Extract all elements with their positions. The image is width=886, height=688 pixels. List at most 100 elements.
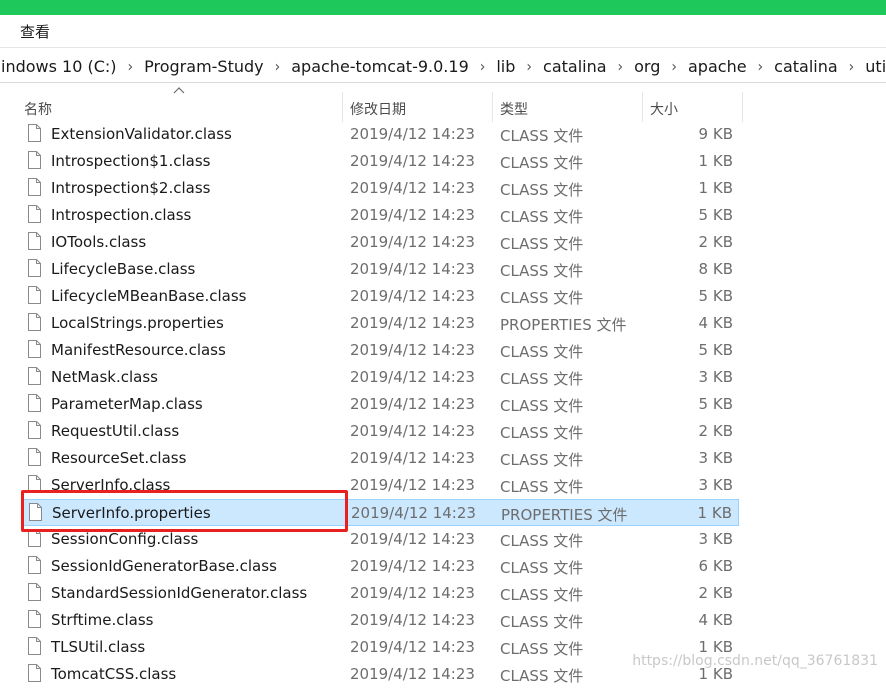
breadcrumb-item[interactable]: indows 10 (C:)	[0, 57, 118, 76]
column-header-size[interactable]: 大小	[650, 99, 678, 119]
file-type: CLASS 文件	[500, 640, 584, 658]
column-header-name[interactable]: 名称	[24, 99, 52, 119]
file-type: CLASS 文件	[500, 613, 584, 631]
file-icon	[28, 583, 41, 601]
breadcrumb-item[interactable]: catalina	[542, 57, 608, 76]
file-icon	[28, 556, 41, 574]
file-icon	[28, 394, 41, 412]
file-date: 2019/4/12 14:23	[350, 179, 475, 197]
file-row[interactable]: RequestUtil.class 2019/4/12 14:23 CLASS 文件…	[21, 418, 739, 445]
file-date: 2019/4/12 14:23	[350, 557, 475, 575]
breadcrumb-separator-icon[interactable]: ›	[849, 58, 855, 76]
file-name: TomcatCSS.class	[51, 665, 177, 683]
file-row[interactable]: ManifestResource.class 2019/4/12 14:23 CLA…	[21, 337, 739, 364]
file-size: 5 KB	[698, 287, 733, 305]
file-date: 2019/4/12 14:23	[350, 368, 475, 386]
column-divider[interactable]	[492, 92, 493, 122]
file-size: 8 KB	[698, 260, 733, 278]
file-type: CLASS 文件	[500, 370, 584, 388]
file-name: ParameterMap.class	[51, 395, 203, 413]
file-name: LifecycleMBeanBase.class	[51, 287, 247, 305]
file-icon	[28, 232, 41, 250]
ribbon: 查看	[0, 15, 886, 48]
file-icon	[28, 124, 41, 142]
file-row[interactable]: LifecycleMBeanBase.class 2019/4/12 14:23 C…	[21, 283, 739, 310]
breadcrumb-separator-icon[interactable]: ›	[526, 58, 532, 76]
file-icon	[28, 259, 41, 277]
file-name: LifecycleBase.class	[51, 260, 196, 278]
file-date: 2019/4/12 14:23	[350, 665, 475, 683]
breadcrumb-separator-icon[interactable]: ›	[128, 58, 134, 76]
file-row[interactable]: SessionIdGeneratorBase.class 2019/4/12 14…	[21, 553, 739, 580]
file-name: LocalStrings.properties	[51, 314, 224, 332]
file-name: SessionIdGeneratorBase.class	[51, 557, 277, 575]
file-row[interactable]: ExtensionValidator.class 2019/4/12 14:23 C…	[21, 121, 739, 148]
file-date: 2019/4/12 14:23	[350, 611, 475, 629]
file-row[interactable]: Introspection.class 2019/4/12 14:23 CLASS …	[21, 202, 739, 229]
breadcrumb-separator-icon[interactable]: ›	[671, 58, 677, 76]
file-size: 2 KB	[698, 233, 733, 251]
file-date: 2019/4/12 14:23	[350, 584, 475, 602]
file-name: ManifestResource.class	[51, 341, 226, 359]
file-row[interactable]: ResourceSet.class 2019/4/12 14:23 CLASS 文件…	[21, 445, 739, 472]
file-date: 2019/4/12 14:23	[350, 233, 475, 251]
file-type: CLASS 文件	[500, 559, 584, 577]
file-name: Introspection$2.class	[51, 179, 211, 197]
column-divider[interactable]	[642, 92, 643, 122]
file-date: 2019/4/12 14:23	[350, 422, 475, 440]
file-row[interactable]: StandardSessionIdGenerator.class 2019/4/1…	[21, 580, 739, 607]
file-icon	[28, 313, 41, 331]
file-type: CLASS 文件	[500, 262, 584, 280]
file-icon	[28, 664, 41, 682]
file-type: CLASS 文件	[500, 478, 584, 496]
file-row[interactable]: NetMask.class 2019/4/12 14:23 CLASS 文件 3 KB	[21, 364, 739, 391]
file-size: 9 KB	[698, 125, 733, 143]
breadcrumb-separator-icon[interactable]: ›	[480, 58, 486, 76]
file-date: 2019/4/12 14:23	[350, 152, 475, 170]
breadcrumb-item[interactable]: lib	[495, 57, 516, 76]
file-size: 4 KB	[698, 314, 733, 332]
file-type: CLASS 文件	[500, 289, 584, 307]
file-row[interactable]: LifecycleBase.class 2019/4/12 14:23 CLASS …	[21, 256, 739, 283]
breadcrumb-item[interactable]: org	[633, 57, 661, 76]
breadcrumb-item[interactable]: util	[864, 57, 886, 76]
file-row[interactable]: IOTools.class 2019/4/12 14:23 CLASS 文件 2 KB	[21, 229, 739, 256]
breadcrumb-separator-icon[interactable]: ›	[758, 58, 764, 76]
file-type: CLASS 文件	[500, 424, 584, 442]
file-icon	[28, 286, 41, 304]
ribbon-tab-view[interactable]: 查看	[20, 21, 50, 42]
file-row[interactable]: Strftime.class 2019/4/12 14:23 CLASS 文件 4 K…	[21, 607, 739, 634]
breadcrumb-item[interactable]: Program-Study	[143, 57, 264, 76]
file-row[interactable]: LocalStrings.properties 2019/4/12 14:23 PR…	[21, 310, 739, 337]
file-icon	[28, 421, 41, 439]
file-date: 2019/4/12 14:23	[350, 314, 475, 332]
column-header-type[interactable]: 类型	[500, 99, 528, 119]
file-icon	[28, 151, 41, 169]
file-type: CLASS 文件	[500, 343, 584, 361]
breadcrumb: indows 10 (C:) › Program-Study › apache-tomc…	[0, 57, 886, 76]
file-name: Strftime.class	[51, 611, 154, 629]
file-row[interactable]: ParameterMap.class 2019/4/12 14:23 CLASS 文…	[21, 391, 739, 418]
column-divider[interactable]	[342, 92, 343, 122]
window-top-bar	[0, 0, 886, 15]
file-type: CLASS 文件	[500, 586, 584, 604]
file-size: 5 KB	[698, 395, 733, 413]
file-date: 2019/4/12 14:23	[350, 287, 475, 305]
column-header-row: 名称 修改日期 类型 大小	[0, 92, 886, 122]
column-header-date[interactable]: 修改日期	[350, 99, 406, 119]
file-row[interactable]: Introspection$2.class 2019/4/12 14:23 CLAS…	[21, 175, 739, 202]
breadcrumb-separator-icon[interactable]: ›	[618, 58, 624, 76]
file-type: CLASS 文件	[500, 451, 584, 469]
file-icon	[28, 205, 41, 223]
file-name: SessionConfig.class	[51, 530, 199, 548]
file-date: 2019/4/12 14:23	[350, 206, 475, 224]
breadcrumb-separator-icon[interactable]: ›	[275, 58, 281, 76]
file-size: 1 KB	[698, 152, 733, 170]
breadcrumb-item[interactable]: catalina	[773, 57, 839, 76]
file-row[interactable]: Introspection$1.class 2019/4/12 14:23 CLAS…	[21, 148, 739, 175]
address-bar[interactable]: indows 10 (C:) › Program-Study › apache-tomc…	[0, 52, 886, 83]
column-divider[interactable]	[742, 92, 743, 122]
breadcrumb-item[interactable]: apache-tomcat-9.0.19	[290, 57, 470, 76]
breadcrumb-item[interactable]: apache	[687, 57, 748, 76]
file-type: PROPERTIES 文件	[500, 316, 627, 334]
